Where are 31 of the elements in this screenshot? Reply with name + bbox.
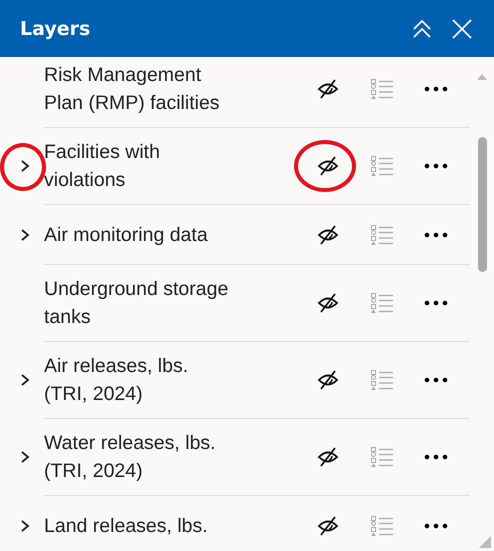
layer-name: Underground storage tanks — [44, 277, 230, 330]
resize-grip-icon[interactable] — [479, 536, 491, 548]
more-options-icon[interactable] — [424, 300, 448, 306]
eye-slash-icon[interactable] — [316, 516, 340, 536]
chevron-icon[interactable] — [19, 450, 31, 464]
eye-slash-icon[interactable] — [316, 370, 340, 390]
chevron-icon[interactable] — [19, 518, 31, 532]
eye-slash-icon[interactable] — [316, 293, 340, 313]
chevron-icon[interactable] — [19, 159, 31, 173]
chevron-icon[interactable] — [19, 373, 31, 387]
layer-name: Facilities with violations — [44, 140, 161, 193]
eye-slash-icon[interactable] — [316, 156, 340, 176]
layer-name: Air monitoring data — [44, 222, 209, 248]
chevron-icon[interactable] — [19, 228, 31, 242]
layer-name: Air releases, lbs. (TRI, 2024) — [44, 354, 190, 407]
scrollbar-thumb[interactable] — [478, 137, 487, 272]
more-options-icon[interactable] — [424, 163, 448, 169]
more-options-icon[interactable] — [424, 86, 448, 92]
eye-slash-icon[interactable] — [316, 224, 340, 244]
more-options-icon[interactable] — [424, 377, 448, 383]
more-options-icon[interactable] — [424, 232, 448, 238]
layer-name: Risk Management Plan (RMP) facilities — [44, 63, 221, 116]
eye-slash-icon[interactable] — [316, 79, 340, 99]
eye-slash-icon[interactable] — [316, 447, 340, 467]
panel-title: Layers — [20, 18, 92, 40]
close-icon[interactable] — [452, 18, 472, 38]
more-options-icon[interactable] — [424, 522, 448, 528]
layer-name: Water releases, lbs. (TRI, 2024) — [44, 431, 217, 484]
collapse-icon[interactable] — [412, 18, 432, 38]
layer-name: Land releases, lbs. — [44, 514, 209, 538]
more-options-icon[interactable] — [424, 454, 448, 460]
